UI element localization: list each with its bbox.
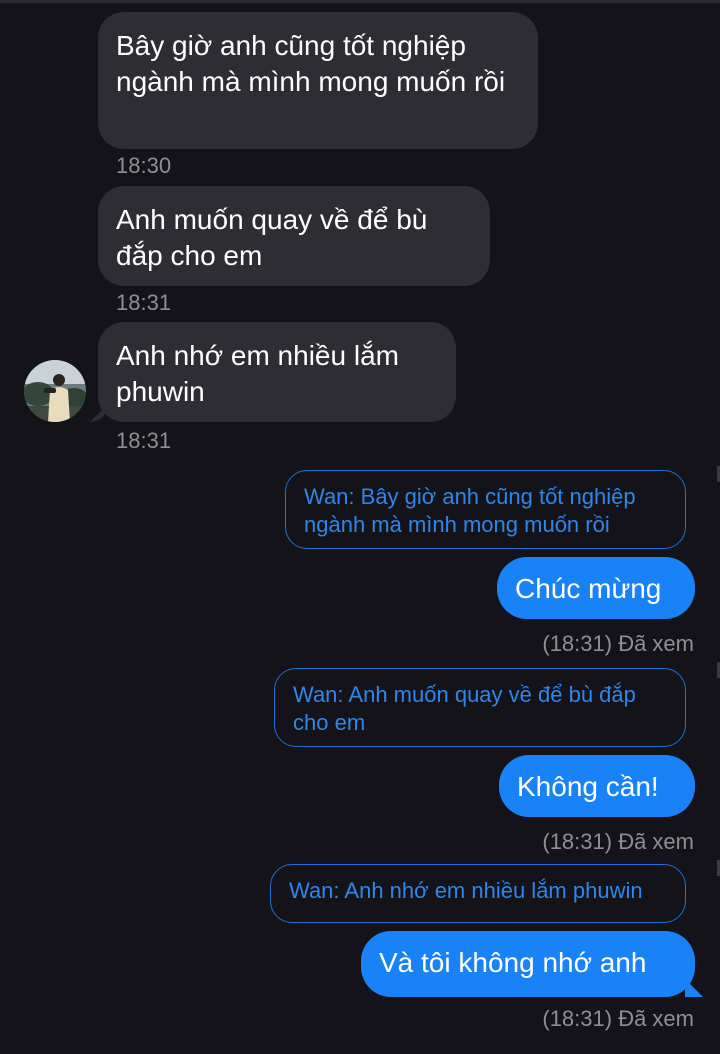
message-text: Và tôi không nhớ anh xyxy=(379,947,647,978)
incoming-message-bubble[interactable]: Anh muốn quay về để bù đắp cho em xyxy=(98,186,490,286)
message-text: Anh muốn quay về để bù đắp cho em xyxy=(116,204,428,271)
message-timestamp: 18:31 xyxy=(116,428,172,453)
message-text: Chúc mừng xyxy=(515,573,662,604)
top-divider xyxy=(0,0,720,3)
incoming-message-bubble[interactable]: Anh nhớ em nhiều lắm phuwin xyxy=(98,322,456,422)
message-text: Không cần! xyxy=(517,771,659,802)
outgoing-message-bubble[interactable]: Không cần! xyxy=(499,755,695,817)
message-text: Bây giờ anh cũng tốt nghiệp ngành mà mìn… xyxy=(116,30,506,97)
message-timestamp: 18:30 xyxy=(116,153,172,178)
seen-status: (18:31) Đã xem xyxy=(542,1006,694,1031)
quote-text: Wan: Anh muốn quay về để bù đắp cho em xyxy=(293,682,636,735)
reply-quote[interactable]: Wan: Anh muốn quay về để bù đắp cho em xyxy=(274,668,686,747)
seen-status: (18:31) Đã xem xyxy=(542,829,694,854)
avatar-photo-icon xyxy=(24,360,86,422)
quote-text: Wan: Bây giờ anh cũng tốt nghiệp ngành m… xyxy=(304,484,636,537)
quote-text: Wan: Anh nhớ em nhiều lắm phuwin xyxy=(289,878,643,903)
message-timestamp: 18:31 xyxy=(116,290,172,315)
incoming-message-bubble[interactable]: Bây giờ anh cũng tốt nghiệp ngành mà mìn… xyxy=(98,12,538,149)
outgoing-message-bubble[interactable]: Chúc mừng xyxy=(497,557,695,619)
seen-status: (18:31) Đã xem xyxy=(542,631,694,656)
contact-avatar[interactable] xyxy=(24,360,86,422)
reply-quote[interactable]: Wan: Bây giờ anh cũng tốt nghiệp ngành m… xyxy=(285,470,686,549)
outgoing-message-bubble[interactable]: Và tôi không nhớ anh xyxy=(361,931,695,997)
chat-thread[interactable]: Bây giờ anh cũng tốt nghiệp ngành mà mìn… xyxy=(0,0,720,1054)
message-text: Anh nhớ em nhiều lắm phuwin xyxy=(116,340,399,407)
reply-quote[interactable]: Wan: Anh nhớ em nhiều lắm phuwin xyxy=(270,864,686,923)
